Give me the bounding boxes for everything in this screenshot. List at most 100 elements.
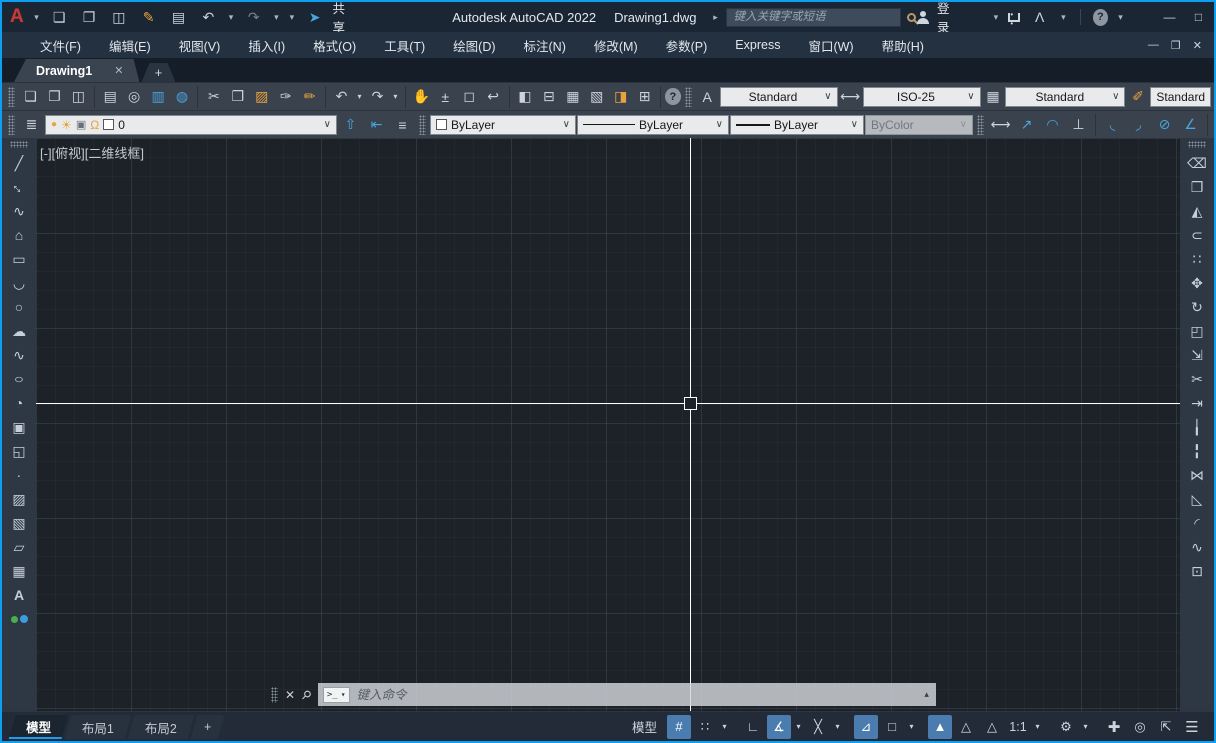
file-tab-drawing1[interactable]: Drawing1 ✕ bbox=[14, 59, 139, 82]
modify-toolbar-grip[interactable] bbox=[1188, 141, 1206, 148]
menu-tools[interactable]: 工具(T) bbox=[370, 32, 439, 58]
help-icon[interactable]: ? bbox=[1093, 9, 1108, 26]
extend-button[interactable]: ⇥ bbox=[1184, 391, 1210, 415]
table-button[interactable]: ▦ bbox=[6, 559, 32, 583]
make-object-layer-current-button[interactable]: ⇧ bbox=[338, 113, 363, 137]
zoom-previous-button[interactable]: ↩ bbox=[482, 85, 505, 109]
search-flyout-icon[interactable]: ▸ bbox=[710, 12, 720, 23]
paste-button[interactable]: ▨ bbox=[250, 85, 273, 109]
text-style-select[interactable]: Standard ∨ bbox=[720, 87, 838, 107]
cart-icon[interactable] bbox=[1008, 13, 1020, 22]
menu-view[interactable]: 视图(V) bbox=[165, 32, 235, 58]
command-line-close-icon[interactable]: ✕ bbox=[285, 688, 295, 702]
object-color-select[interactable]: ByLayer ∨ bbox=[430, 115, 576, 135]
share-label[interactable]: 共享 bbox=[332, 0, 356, 36]
command-prompt-icon[interactable]: >_ ▾ bbox=[323, 687, 350, 703]
search-input[interactable] bbox=[726, 8, 901, 27]
help-toolbar-icon[interactable]: ? bbox=[665, 88, 681, 105]
qat-save-button[interactable]: ◫ bbox=[107, 5, 131, 29]
designcenter-button[interactable]: ⊟ bbox=[537, 85, 560, 109]
isolate-objects-button[interactable]: ◎ bbox=[1128, 715, 1152, 739]
zoom-realtime-button[interactable]: ± bbox=[434, 85, 457, 109]
search-icon[interactable] bbox=[907, 13, 916, 22]
qat-redo-caret-icon[interactable]: ▾ bbox=[272, 12, 282, 23]
dim-style-select[interactable]: ISO-25 ∨ bbox=[863, 87, 981, 107]
markup-manager-button[interactable]: ◨ bbox=[609, 85, 632, 109]
clean-screen-crosshair-button[interactable]: ✚ bbox=[1102, 715, 1126, 739]
layer-previous-button[interactable]: ⇤ bbox=[364, 113, 389, 137]
user-icon[interactable] bbox=[916, 11, 929, 24]
dimension-toolbar-grip[interactable] bbox=[977, 115, 984, 135]
autodesk-caret-icon[interactable]: ▾ bbox=[1059, 12, 1068, 23]
pan-button[interactable]: ✋ bbox=[410, 85, 433, 109]
quickcalc-button[interactable]: ⊞ bbox=[633, 85, 656, 109]
dim-jogged-button[interactable]: ◞ bbox=[1126, 113, 1151, 137]
menu-help[interactable]: 帮助(H) bbox=[868, 32, 938, 58]
gradient-button[interactable]: ▧ bbox=[6, 511, 32, 535]
match-properties-button[interactable]: ✑ bbox=[274, 85, 297, 109]
model-tab[interactable]: 模型 bbox=[9, 715, 69, 739]
dim-angular-button[interactable]: ∠ bbox=[1178, 113, 1203, 137]
object-snap-tracking-toggle[interactable]: ⊿ bbox=[854, 715, 878, 739]
qat-save-as-button[interactable]: ✎ bbox=[137, 5, 161, 29]
lineweight-select[interactable]: ByLayer ∨ bbox=[730, 115, 864, 135]
qat-undo-caret-icon[interactable]: ▾ bbox=[226, 12, 236, 23]
help-caret-icon[interactable]: ▾ bbox=[1116, 12, 1125, 23]
layer-vp-freeze-icon[interactable]: ▣ bbox=[76, 118, 86, 131]
hatch-button[interactable]: ▨ bbox=[6, 487, 32, 511]
mleader-style-select[interactable]: Standard bbox=[1150, 87, 1211, 107]
command-input[interactable] bbox=[357, 688, 918, 702]
ortho-toggle[interactable]: ∟ bbox=[741, 715, 765, 739]
stretch-button[interactable]: ⇲ bbox=[1184, 343, 1210, 367]
copy-clip-button[interactable]: ❒ bbox=[226, 85, 249, 109]
customization-caret-icon[interactable]: ▾ bbox=[1080, 715, 1091, 739]
layer-states-button[interactable]: ≡ bbox=[390, 113, 415, 137]
scale-button[interactable]: ◰ bbox=[1184, 319, 1210, 343]
table-style-icon[interactable]: ▦ bbox=[982, 85, 1005, 109]
explode-button[interactable]: ⊡ bbox=[1184, 559, 1210, 583]
layer-thaw-icon[interactable]: ☀ bbox=[61, 118, 72, 132]
fillet-button[interactable]: ◜ bbox=[1184, 511, 1210, 535]
fullscreen-button[interactable]: ⇱ bbox=[1154, 715, 1178, 739]
styles-toolbar-grip[interactable] bbox=[685, 87, 692, 107]
command-line-wrench-icon[interactable]: ⚲ bbox=[298, 686, 314, 702]
doc-minimize-button[interactable]: — bbox=[1148, 39, 1159, 52]
rotate-button[interactable]: ↻ bbox=[1184, 295, 1210, 319]
arc-button[interactable]: ◡ bbox=[6, 271, 32, 295]
annotation-autoscale-toggle[interactable]: △ bbox=[954, 715, 978, 739]
app-menu-caret-icon[interactable]: ▾ bbox=[32, 12, 42, 23]
annotation-scale-value[interactable]: 1:1 bbox=[1006, 715, 1030, 739]
layer-on-icon[interactable]: ● bbox=[51, 119, 57, 130]
region-button[interactable]: ▱ bbox=[6, 535, 32, 559]
trim-button[interactable]: ✂ bbox=[1184, 367, 1210, 391]
insert-block-button[interactable]: ▣ bbox=[6, 415, 32, 439]
layout2-tab[interactable]: 布局2 bbox=[128, 715, 195, 739]
polygon-button[interactable]: ⌂ bbox=[6, 223, 32, 247]
model-space-button[interactable]: 模型 bbox=[624, 715, 665, 739]
window-maximize-button[interactable]: □ bbox=[1186, 5, 1211, 29]
publish-button[interactable]: ▥ bbox=[147, 85, 170, 109]
draw-toolbar-grip[interactable] bbox=[10, 141, 28, 148]
cut-button[interactable]: ✂ bbox=[202, 85, 225, 109]
share-icon[interactable]: ➤ bbox=[303, 5, 327, 29]
redo-caret-icon[interactable]: ▾ bbox=[390, 85, 401, 109]
zoom-window-button[interactable]: ◻ bbox=[458, 85, 481, 109]
window-minimize-button[interactable]: — bbox=[1157, 5, 1182, 29]
new-layout-button[interactable]: + bbox=[190, 715, 224, 739]
status-menu-button[interactable]: ☰ bbox=[1180, 715, 1204, 739]
sheet-set-manager-button[interactable]: ▧ bbox=[585, 85, 608, 109]
chamfer-button[interactable]: ◺ bbox=[1184, 487, 1210, 511]
mleader-style-icon[interactable]: ✐ bbox=[1126, 85, 1149, 109]
dim-radius-button[interactable]: ◟ bbox=[1100, 113, 1125, 137]
menu-parametric[interactable]: 参数(P) bbox=[652, 32, 722, 58]
dim-linear-button[interactable]: ⟷ bbox=[988, 113, 1013, 137]
ellipse-button[interactable]: ○ bbox=[3, 369, 36, 389]
login-label[interactable]: 登录 bbox=[937, 0, 959, 36]
layer-unlock-icon[interactable]: Ω bbox=[90, 118, 99, 132]
layers-toolbar-grip[interactable] bbox=[8, 115, 15, 135]
menu-insert[interactable]: 插入(I) bbox=[234, 32, 299, 58]
dim-aligned-button[interactable]: ↗ bbox=[1014, 113, 1039, 137]
menu-format[interactable]: 格式(O) bbox=[299, 32, 370, 58]
save-button[interactable]: ◫ bbox=[67, 85, 90, 109]
dim-arc-length-button[interactable]: ◠ bbox=[1040, 113, 1065, 137]
